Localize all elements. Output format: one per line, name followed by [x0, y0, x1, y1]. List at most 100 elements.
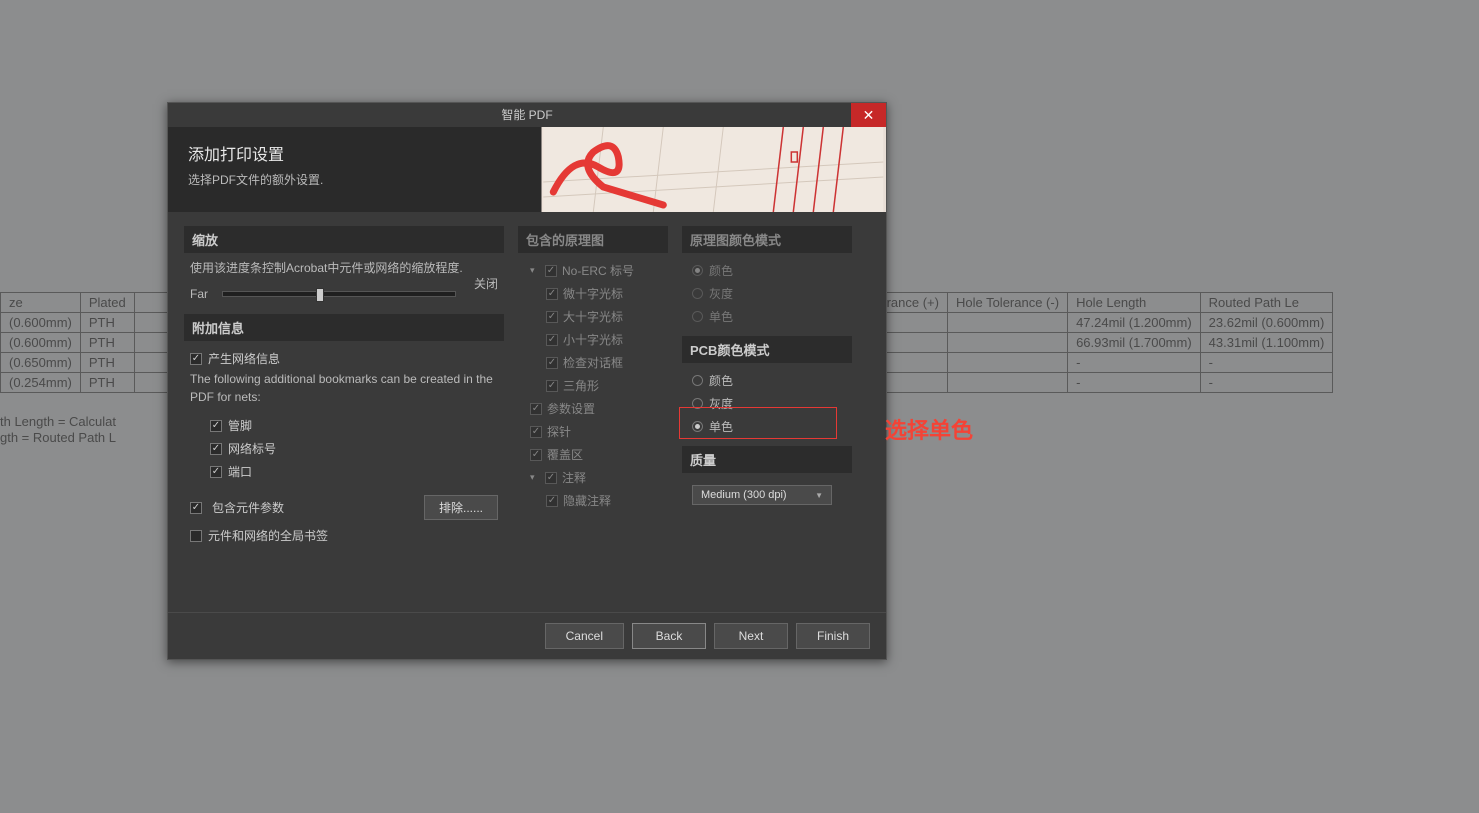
background-footer-text: th Length = Calculat gth = Routed Path L: [0, 414, 116, 445]
include-params-checkbox[interactable]: [190, 502, 202, 514]
pins-label: 管脚: [228, 417, 252, 434]
check-box-label: 检查对话框: [563, 354, 623, 371]
small-cross-checkbox: [546, 334, 558, 346]
ports-label: 端口: [228, 463, 252, 480]
table-cell: [947, 353, 1067, 373]
sch-mono-radio: [692, 311, 703, 322]
quality-dropdown[interactable]: Medium (300 dpi) ▼: [692, 485, 832, 505]
probes-label: 探针: [547, 423, 571, 440]
sch-color-header: 原理图颜色模式: [682, 226, 852, 253]
ports-checkbox[interactable]: [210, 466, 222, 478]
additional-desc: The following additional bookmarks can b…: [184, 370, 504, 414]
large-cross-label: 大十字光标: [563, 308, 623, 325]
smart-pdf-dialog: 智能 PDF ✕ 添加打印设置 选择PDF文件的额外设置.: [167, 102, 887, 660]
pcb-grey-radio[interactable]: [692, 398, 703, 409]
sch-color-radio: [692, 265, 703, 276]
table-cell: -: [1200, 353, 1333, 373]
titlebar: 智能 PDF ✕: [168, 103, 886, 127]
pcb-color-label: 颜色: [709, 372, 733, 389]
exclude-button[interactable]: 排除......: [424, 495, 498, 520]
table-cell: 23.62mil (0.600mm): [1200, 313, 1333, 333]
pins-checkbox[interactable]: [210, 420, 222, 432]
zoom-description: 使用该进度条控制Acrobat中元件或网络的缩放程度.: [184, 259, 504, 285]
table-cell: (0.600mm): [1, 333, 81, 353]
header-banner: 添加打印设置 选择PDF文件的额外设置.: [168, 127, 886, 212]
slider-close-label: 关闭: [474, 275, 498, 292]
blankets-checkbox: [530, 449, 542, 461]
next-button[interactable]: Next: [714, 623, 788, 649]
netlabels-label: 网络标号: [228, 440, 276, 457]
finish-button[interactable]: Finish: [796, 623, 870, 649]
param-settings-checkbox: [530, 403, 542, 415]
table-cell: (0.600mm): [1, 313, 81, 333]
table-cell: -: [1068, 373, 1201, 393]
generate-net-label: 产生网络信息: [208, 350, 280, 367]
quality-header: 质量: [682, 446, 852, 473]
table-header: Hole Length: [1068, 293, 1201, 313]
footer-buttons: Cancel Back Next Finish: [168, 612, 886, 659]
pcb-color-radio[interactable]: [692, 375, 703, 386]
acrobat-banner-graphic: [541, 127, 886, 212]
zoom-slider[interactable]: [222, 291, 456, 297]
expand-icon: ▾: [530, 472, 540, 483]
zoom-slider-thumb[interactable]: [316, 288, 324, 302]
probes-checkbox: [530, 426, 542, 438]
table-header: Hole Tolerance (-): [947, 293, 1067, 313]
no-erc-label: No-ERC 标号: [562, 262, 634, 279]
additional-section-header: 附加信息: [184, 314, 504, 341]
notes-checkbox: [545, 472, 557, 484]
close-button[interactable]: ✕: [851, 103, 886, 127]
chevron-down-icon: ▼: [815, 491, 823, 500]
table-cell: PTH: [80, 333, 134, 353]
annotation-text: 选择单色: [885, 413, 973, 445]
expand-icon: ▾: [530, 265, 540, 276]
notes-label: 注释: [562, 469, 586, 486]
global-bookmarks-label: 元件和网络的全局书签: [208, 527, 328, 544]
table-cell: PTH: [80, 373, 134, 393]
micro-cross-checkbox: [546, 288, 558, 300]
param-settings-label: 参数设置: [547, 400, 595, 417]
pcb-grey-label: 灰度: [709, 395, 733, 412]
slider-far-label: Far: [190, 287, 212, 301]
no-erc-checkbox: [545, 265, 557, 277]
pcb-mono-label: 单色: [709, 418, 733, 435]
small-cross-label: 小十字光标: [563, 331, 623, 348]
table-cell: 66.93mil (1.700mm): [1068, 333, 1201, 353]
blankets-label: 覆盖区: [547, 446, 583, 463]
table-cell: [947, 373, 1067, 393]
global-bookmarks-checkbox[interactable]: [190, 530, 202, 542]
table-cell: (0.650mm): [1, 353, 81, 373]
table-header: Routed Path Le: [1200, 293, 1333, 313]
dialog-title: 智能 PDF: [501, 108, 552, 122]
sch-grey-label: 灰度: [709, 285, 733, 302]
table-cell: [947, 313, 1067, 333]
hidden-notes-label: 隐藏注释: [563, 492, 611, 509]
micro-cross-label: 微十字光标: [563, 285, 623, 302]
table-cell: [947, 333, 1067, 353]
table-cell: PTH: [80, 353, 134, 373]
include-params-label: 包含元件参数: [212, 499, 414, 516]
sch-grey-radio: [692, 288, 703, 299]
table-cell: PTH: [80, 313, 134, 333]
back-button[interactable]: Back: [632, 623, 706, 649]
large-cross-checkbox: [546, 311, 558, 323]
hidden-notes-checkbox: [546, 495, 558, 507]
netlabels-checkbox[interactable]: [210, 443, 222, 455]
table-header: Plated: [80, 293, 134, 313]
table-cell: 47.24mil (1.200mm): [1068, 313, 1201, 333]
cancel-button[interactable]: Cancel: [545, 623, 624, 649]
triangle-label: 三角形: [563, 377, 599, 394]
sch-mono-label: 单色: [709, 308, 733, 325]
included-sch-header: 包含的原理图: [518, 226, 668, 253]
table-cell: 43.31mil (1.100mm): [1200, 333, 1333, 353]
triangle-checkbox: [546, 380, 558, 392]
check-box-checkbox: [546, 357, 558, 369]
table-header: ze: [1, 293, 81, 313]
quality-value: Medium (300 dpi): [701, 489, 787, 501]
generate-net-checkbox[interactable]: [190, 353, 202, 365]
table-cell: (0.254mm): [1, 373, 81, 393]
table-cell: -: [1200, 373, 1333, 393]
pcb-mono-radio[interactable]: [692, 421, 703, 432]
pcb-color-header: PCB颜色模式: [682, 336, 852, 363]
sch-color-label: 颜色: [709, 262, 733, 279]
